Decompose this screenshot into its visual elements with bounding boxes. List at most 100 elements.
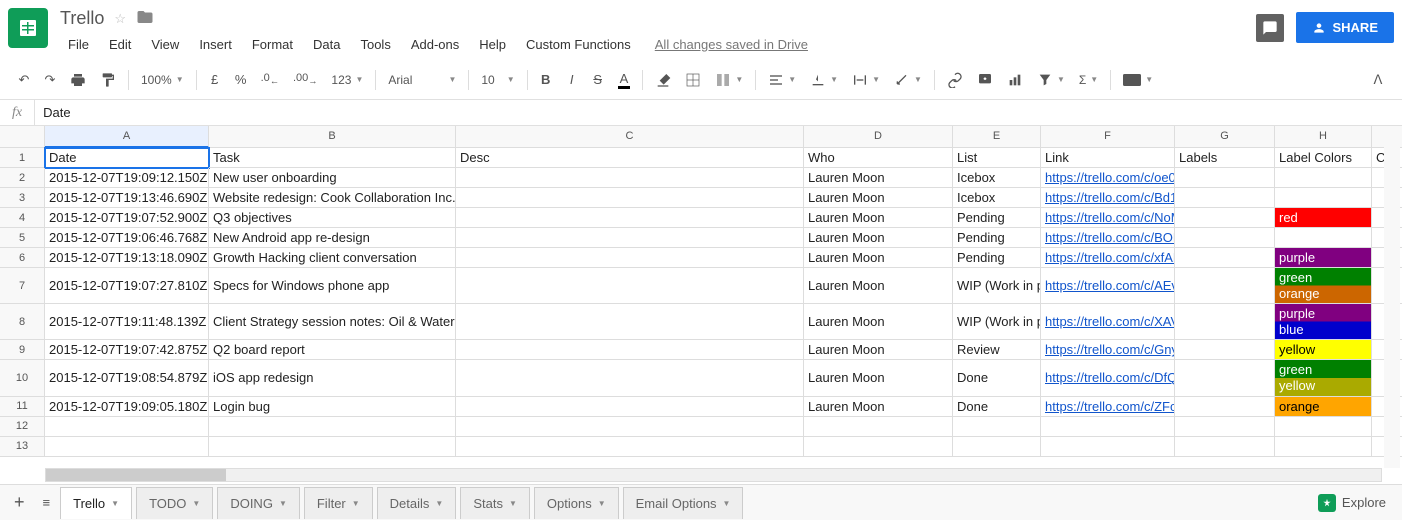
menu-data[interactable]: Data bbox=[305, 33, 348, 56]
document-title[interactable]: Trello bbox=[60, 8, 104, 29]
sheets-logo[interactable] bbox=[8, 8, 48, 48]
row-header-13[interactable]: 13 bbox=[0, 437, 45, 457]
cell-color[interactable]: orange bbox=[1275, 397, 1372, 417]
cell-labels[interactable] bbox=[1175, 268, 1275, 304]
col-header-C[interactable]: C bbox=[456, 126, 804, 148]
menu-insert[interactable]: Insert bbox=[191, 33, 240, 56]
font-select[interactable]: Arial▼ bbox=[382, 69, 462, 91]
cell-who[interactable]: Lauren Moon bbox=[804, 248, 953, 268]
cell-list[interactable]: Review bbox=[953, 340, 1041, 360]
cell-desc[interactable] bbox=[456, 208, 804, 228]
row-header-12[interactable]: 12 bbox=[0, 417, 45, 437]
cell-color[interactable] bbox=[1275, 188, 1372, 208]
cell-list[interactable]: Done bbox=[953, 360, 1041, 396]
cell-empty[interactable] bbox=[1175, 437, 1275, 457]
toolbar-collapse-button[interactable]: ᐱ bbox=[1366, 67, 1390, 93]
header-cell[interactable]: Link bbox=[1041, 148, 1175, 168]
increase-decimal-button[interactable]: .00→ bbox=[287, 67, 323, 93]
cell-task[interactable]: Specs for Windows phone app bbox=[209, 268, 456, 304]
header-cell[interactable]: Desc bbox=[456, 148, 804, 168]
sheet-tab-email-options[interactable]: Email Options▼ bbox=[623, 487, 744, 519]
col-header-A[interactable]: A bbox=[45, 126, 209, 148]
col-header-H[interactable]: H bbox=[1275, 126, 1372, 148]
cell-desc[interactable] bbox=[456, 268, 804, 304]
cell-task[interactable]: Client Strategy session notes: Oil & Wat… bbox=[209, 304, 456, 340]
percent-button[interactable]: % bbox=[229, 67, 253, 93]
cell-color[interactable] bbox=[1275, 168, 1372, 188]
cell-list[interactable]: Icebox bbox=[953, 168, 1041, 188]
cell-color[interactable]: green orange bbox=[1275, 268, 1372, 304]
cell-link[interactable]: https://trello.com/c/oe0iYzIo bbox=[1041, 168, 1175, 188]
insert-link-button[interactable] bbox=[941, 67, 969, 93]
cell-who[interactable]: Lauren Moon bbox=[804, 304, 953, 340]
cell-empty[interactable] bbox=[1041, 417, 1175, 437]
font-size-select[interactable]: 10▼ bbox=[475, 69, 520, 91]
menu-format[interactable]: Format bbox=[244, 33, 301, 56]
header-cell[interactable]: Labels bbox=[1175, 148, 1275, 168]
col-header-E[interactable]: E bbox=[953, 126, 1041, 148]
cell-empty[interactable] bbox=[45, 437, 209, 457]
horizontal-scrollbar[interactable] bbox=[45, 468, 1382, 482]
cell-who[interactable]: Lauren Moon bbox=[804, 228, 953, 248]
cell-task[interactable]: Website redesign: Cook Collaboration Inc… bbox=[209, 188, 456, 208]
redo-button[interactable]: ↷ bbox=[38, 67, 62, 93]
cell-empty[interactable] bbox=[953, 417, 1041, 437]
cell-labels[interactable] bbox=[1175, 248, 1275, 268]
functions-button[interactable]: Σ▼ bbox=[1073, 69, 1104, 91]
cell-empty[interactable] bbox=[209, 437, 456, 457]
cell-empty[interactable] bbox=[45, 417, 209, 437]
row-header-4[interactable]: 4 bbox=[0, 208, 45, 228]
menu-view[interactable]: View bbox=[143, 33, 187, 56]
cell-task[interactable]: Growth Hacking client conversation bbox=[209, 248, 456, 268]
number-format-select[interactable]: 123▼ bbox=[325, 69, 369, 91]
wrap-button[interactable]: ▼ bbox=[846, 68, 886, 92]
text-color-button[interactable]: A bbox=[612, 67, 637, 93]
cell-color[interactable] bbox=[1275, 228, 1372, 248]
cell-link[interactable]: https://trello.com/c/NoMvyb4P bbox=[1041, 208, 1175, 228]
cell-labels[interactable] bbox=[1175, 397, 1275, 417]
cell-labels[interactable] bbox=[1175, 340, 1275, 360]
cell-empty[interactable] bbox=[456, 437, 804, 457]
comments-button[interactable] bbox=[1256, 14, 1284, 42]
cell-who[interactable]: Lauren Moon bbox=[804, 360, 953, 396]
cell-date[interactable]: 2015-12-07T19:07:42.875Z bbox=[45, 340, 209, 360]
zoom-select[interactable]: 100%▼ bbox=[135, 69, 190, 91]
menu-help[interactable]: Help bbox=[471, 33, 514, 56]
cell-list[interactable]: WIP (Work in p bbox=[953, 304, 1041, 340]
cell-task[interactable]: Q3 objectives bbox=[209, 208, 456, 228]
row-header-3[interactable]: 3 bbox=[0, 188, 45, 208]
cell-date[interactable]: 2015-12-07T19:13:46.690Z bbox=[45, 188, 209, 208]
cell-who[interactable]: Lauren Moon bbox=[804, 340, 953, 360]
sheet-tab-todo[interactable]: TODO▼ bbox=[136, 487, 213, 519]
decrease-decimal-button[interactable]: .0← bbox=[255, 67, 285, 93]
rotate-button[interactable]: ▼ bbox=[888, 68, 928, 92]
paint-format-button[interactable] bbox=[94, 67, 122, 93]
cell-task[interactable]: iOS app redesign bbox=[209, 360, 456, 396]
scrollbar-thumb[interactable] bbox=[46, 469, 226, 481]
italic-button[interactable]: I bbox=[560, 67, 584, 93]
cell-color[interactable]: yellow bbox=[1275, 340, 1372, 360]
col-header-G[interactable]: G bbox=[1175, 126, 1275, 148]
cell-color[interactable]: purple bbox=[1275, 248, 1372, 268]
menu-file[interactable]: File bbox=[60, 33, 97, 56]
header-cell[interactable]: Date bbox=[45, 148, 209, 168]
row-header-7[interactable]: 7 bbox=[0, 268, 45, 304]
corner-cell[interactable] bbox=[0, 126, 45, 148]
cell-desc[interactable] bbox=[456, 248, 804, 268]
header-cell[interactable]: List bbox=[953, 148, 1041, 168]
row-header-2[interactable]: 2 bbox=[0, 168, 45, 188]
cell-link[interactable]: https://trello.com/c/Bd1QHKuf bbox=[1041, 188, 1175, 208]
insert-comment-button[interactable] bbox=[971, 67, 999, 93]
bold-button[interactable]: B bbox=[534, 67, 558, 93]
menu-addons[interactable]: Add-ons bbox=[403, 33, 467, 56]
sheet-tab-trello[interactable]: Trello▼ bbox=[60, 487, 132, 519]
col-header-B[interactable]: B bbox=[209, 126, 456, 148]
cell-empty[interactable] bbox=[1275, 417, 1372, 437]
share-button[interactable]: SHARE bbox=[1296, 12, 1394, 43]
cell-link[interactable]: https://trello.com/c/XAVIshM3 bbox=[1041, 304, 1175, 340]
formula-input[interactable]: Date bbox=[35, 100, 1402, 125]
cell-list[interactable]: Done bbox=[953, 397, 1041, 417]
cell-color[interactable]: purple blue bbox=[1275, 304, 1372, 340]
header-cell[interactable]: Who bbox=[804, 148, 953, 168]
filter-button[interactable]: ▼ bbox=[1031, 68, 1071, 92]
